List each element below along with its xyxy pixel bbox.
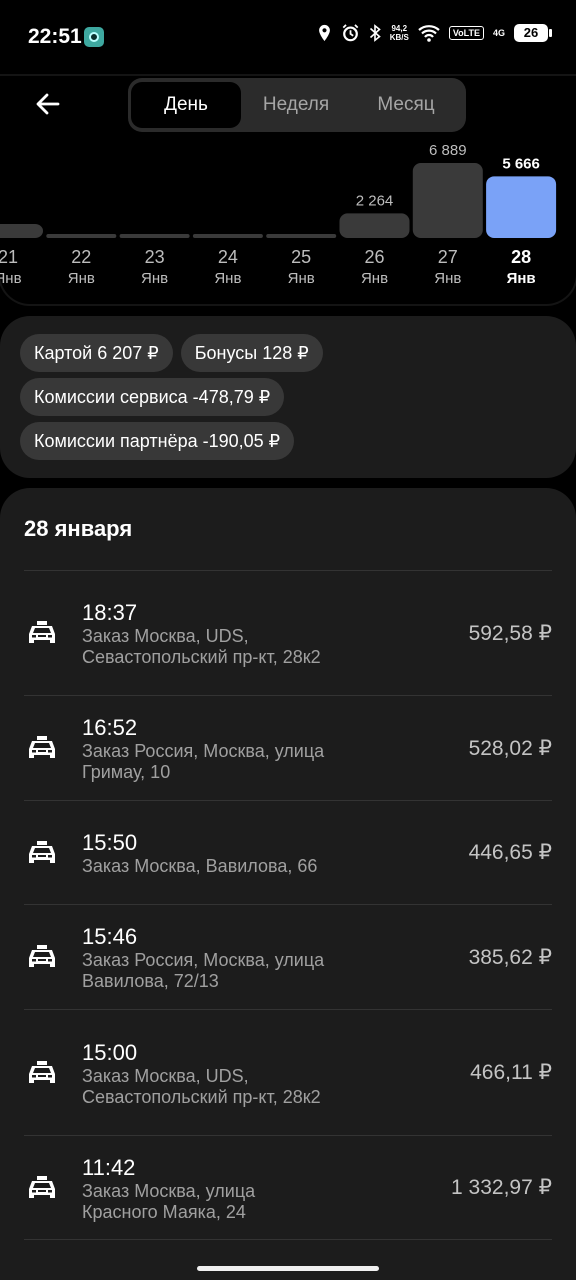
day-number-label: 28 [511,247,531,267]
chart-bar[interactable] [339,213,410,238]
order-texts: 15:50 Заказ Москва, Вавилова, 66 [82,814,332,891]
tab-week[interactable]: Неделя [241,82,351,128]
order-amount: 466,11 ₽ [470,1061,552,1084]
net-speed: 94,2 KB/S [390,24,409,42]
order-time: 15:00 [82,1039,138,1065]
back-button[interactable] [34,90,62,118]
order-address: Заказ Москва, Вавилова, 66 [82,856,318,876]
home-indicator[interactable] [197,1266,379,1271]
orders-list: 18:37 Заказ Москва, UDS, Севастопольский… [24,570,552,1240]
daily-earnings-chart: 21 Янв 22 Янв 23 Янв 24 Янв 25 Янв 2 264 26 Янв 6 889… [0,142,557,287]
order-address: Заказ Москва, улица Красного Маяка, 24 [82,1180,256,1222]
day-number-label: 25 [291,247,311,267]
status-icons: 94,2 KB/S VoLTE 4G 26 [317,24,552,42]
chip-row: Картой 6 207 ₽ Бонусы 128 ₽ [20,334,556,372]
app-notification-icon [84,27,104,47]
order-address: Заказ Россия, Москва, улица Вавилова, 72… [82,950,325,991]
order-texts: 15:46 Заказ Россия, Москва, улица Вавило… [82,908,332,1006]
taxi-car-icon [26,1060,58,1086]
bar-value-label: 5 666 [502,155,540,172]
taxi-car-icon [26,735,58,761]
location-icon [317,24,332,42]
period-switcher: День Неделя Месяц [128,78,466,132]
day-number-label: 26 [364,247,384,267]
orders-panel: 28 января 18:37 Заказ Москва, UDS, Севас… [0,488,576,1280]
order-row[interactable]: 18:37 Заказ Москва, UDS, Севастопольский… [24,570,552,695]
day-number-label: 22 [71,247,91,267]
chart-bar[interactable] [192,234,263,238]
order-row[interactable]: 15:46 Заказ Россия, Москва, улица Вавило… [24,904,552,1009]
order-time: 11:42 [82,1154,136,1180]
taxi-car-icon [26,840,58,866]
service-commission-chip[interactable]: Комиссии сервиса -478,79 ₽ [20,378,285,416]
battery-indicator: 26 [514,24,552,42]
chart-bar[interactable] [119,234,190,238]
day-number-label: 21 [0,247,18,267]
order-time: 15:50 [82,830,138,855]
order-amount: 446,65 ₽ [468,841,552,864]
order-address: Заказ Россия, Москва, улица Гримау, 10 [82,741,325,782]
taxi-car-icon [26,620,58,646]
order-time: 16:52 [82,715,138,740]
chart-bar[interactable] [0,224,43,238]
order-amount: 592,58 ₽ [468,621,552,645]
day-number-label: 27 [438,247,458,267]
order-address: Заказ Москва, UDS, Севастопольский пр-кт… [82,626,321,667]
net-speed-unit: KB/S [389,33,409,42]
bluetooth-icon [369,24,381,42]
order-time: 15:46 [82,924,138,949]
status-bar: 22:51 94,2 KB/S VoLTE 4G 26 [0,0,576,76]
chart-bar[interactable] [266,234,337,238]
chart-bar[interactable] [46,234,117,238]
month-label: Янв [507,270,536,287]
order-row[interactable]: 11:42 Заказ Москва, улица Красного Маяка… [24,1135,552,1240]
order-amount: 528,02 ₽ [468,736,552,760]
partner-commission-chip[interactable]: Комиссии партнёра -190,05 ₽ [20,422,295,460]
month-label: Янв [141,270,168,287]
taxi-car-icon [26,944,58,970]
month-label: Янв [0,270,22,287]
arrow-left-icon [36,93,60,115]
earnings-chart-panel: День Неделя Месяц 21 Янв 22 Янв 23 Янв 24 Янв 25… [0,76,576,304]
chip-row: Комиссии партнёра -190,05 ₽ [20,422,556,460]
network-type: 4G [492,28,505,38]
day-number-label: 23 [145,247,165,267]
bonus-chip[interactable]: Бонусы 128 ₽ [180,334,323,372]
order-row[interactable]: 15:00 Заказ Москва, UDS, Севастопольский… [24,1009,552,1135]
chart-bar[interactable] [412,163,483,238]
order-amount: 385,62 ₽ [468,945,552,969]
bar-value-label: 6 889 [429,142,467,159]
alarm-icon [341,24,360,42]
order-amount: 1 332,97 ₽ [451,1176,552,1199]
month-label: Янв [288,270,315,287]
summary-chips-panel: Картой 6 207 ₽ Бонусы 128 ₽ Комиссии сер… [0,316,576,478]
order-row[interactable]: 16:52 Заказ Россия, Москва, улица Гримау… [24,695,552,800]
day-number-label: 24 [218,247,238,267]
month-label: Янв [68,270,95,287]
order-address: Заказ Москва, UDS, Севастопольский пр-кт… [82,1065,321,1107]
bar-value-label: 2 264 [356,192,394,209]
wifi-icon [418,24,440,42]
orders-date-title: 28 января [24,516,133,541]
month-label: Янв [361,270,388,287]
month-label: Янв [214,270,241,287]
tab-day[interactable]: День [131,82,241,128]
order-texts: 16:52 Заказ Россия, Москва, улица Гримау… [82,699,332,797]
net-speed-value: 94,2 [391,24,408,33]
month-label: Янв [434,270,461,287]
taxi-car-icon [26,1175,58,1201]
tab-month[interactable]: Месяц [351,82,461,128]
volte-badge: VoLTE [448,26,484,40]
order-texts: 18:37 Заказ Москва, UDS, Севастопольский… [82,584,332,682]
order-texts: 15:00 Заказ Москва, UDS, Севастопольский… [82,1024,332,1122]
order-time: 18:37 [82,600,138,625]
chart-bar[interactable] [486,176,557,238]
card-payment-chip[interactable]: Картой 6 207 ₽ [20,334,173,372]
status-time: 22:51 [28,25,82,48]
order-texts: 11:42 Заказ Москва, улица Красного Маяка… [82,1139,332,1237]
chip-row: Комиссии сервиса -478,79 ₽ [20,378,556,416]
order-row[interactable]: 15:50 Заказ Москва, Вавилова, 66 446,65 … [24,800,552,904]
